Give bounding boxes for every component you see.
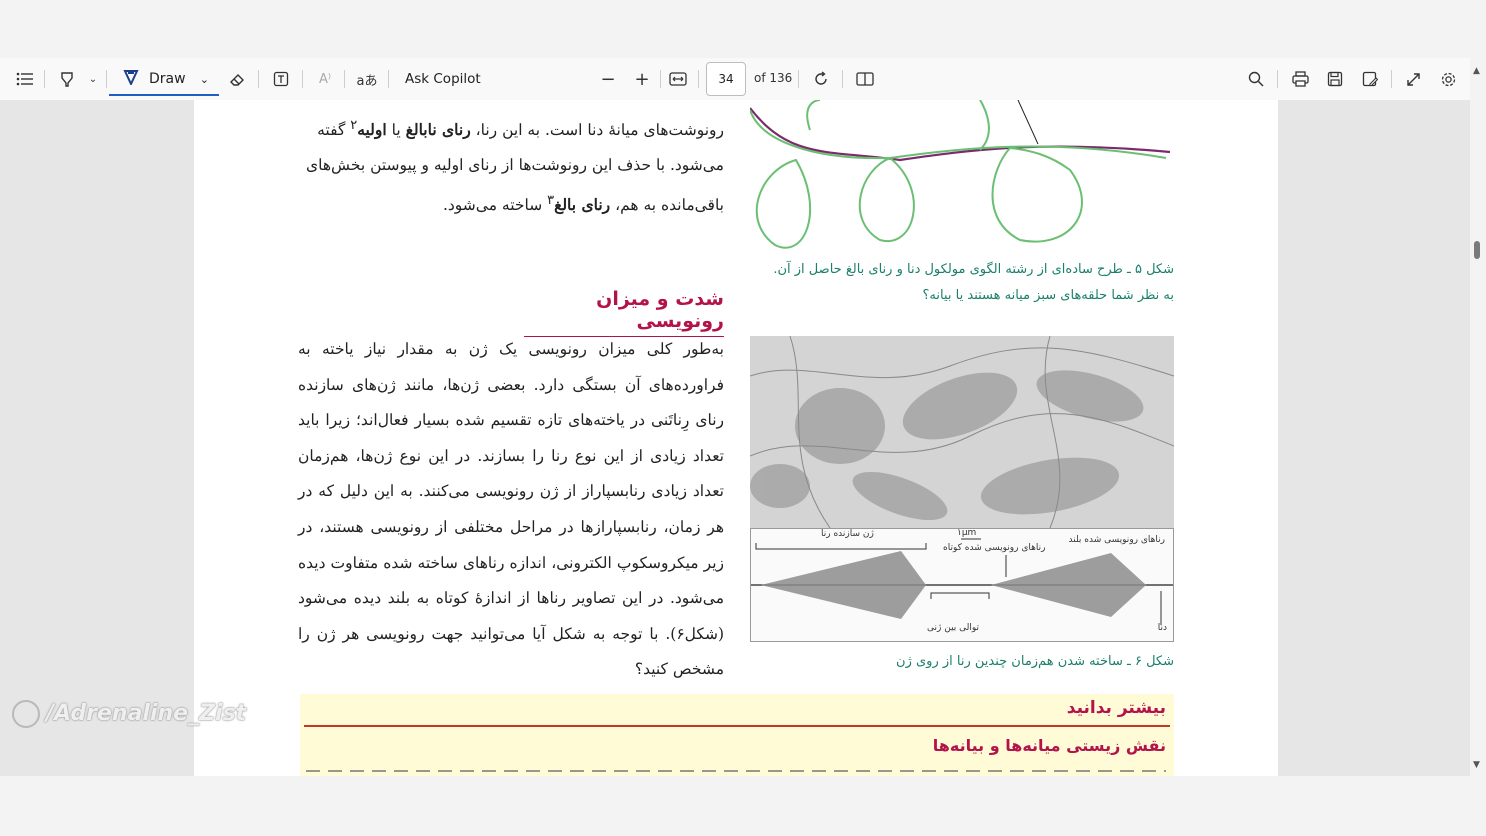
paragraph-text: باقی‌مانده به هم، (610, 196, 724, 215)
cut-off-text-line (306, 764, 1166, 776)
fullscreen-expand-icon[interactable] (1400, 66, 1426, 92)
scrollbar-thumb[interactable] (1474, 241, 1480, 259)
draw-button[interactable]: Draw ⌄ (109, 64, 219, 96)
vertical-scrollbar[interactable]: ▲ ▼ (1470, 58, 1486, 776)
document-viewport[interactable]: شکل ۵ ـ طرح ساده‌ای از رشته الگوی مولکول… (0, 100, 1470, 776)
paragraph-text: ساخته می‌شود. (442, 196, 548, 215)
save-as-icon[interactable] (1357, 66, 1383, 92)
paragraph-text: یا (386, 121, 406, 140)
search-icon[interactable] (1243, 66, 1269, 92)
save-icon[interactable] (1322, 66, 1348, 92)
settings-gear-icon[interactable] (1435, 66, 1461, 92)
highlighter-chevron-down-icon[interactable]: ⌄ (80, 66, 106, 92)
keyword-immature-rna: رنای نابالغ (405, 120, 471, 140)
highlighter-icon[interactable] (54, 66, 80, 92)
toolbar-divider (842, 70, 843, 88)
window-bottom-area (0, 776, 1486, 836)
pdf-page: شکل ۵ ـ طرح ساده‌ای از رشته الگوی مولکول… (194, 100, 1278, 776)
watermark-logo-icon (12, 700, 40, 728)
zoom-out-icon[interactable]: − (595, 66, 621, 92)
window-top-area (0, 0, 1486, 58)
scroll-down-arrow-icon[interactable]: ▼ (1473, 760, 1480, 770)
print-icon[interactable] (1287, 66, 1313, 92)
page-total-label: of 136 (754, 71, 793, 85)
toolbar-divider (258, 70, 259, 88)
draw-label: Draw (149, 71, 186, 87)
figure-5-caption-line1: شکل ۵ ـ طرح ساده‌ای از رشته الگوی مولکول… (773, 262, 1174, 277)
learn-more-divider (304, 725, 1170, 727)
ask-copilot-button[interactable]: Ask Copilot (405, 71, 481, 87)
figure-6-caption: شکل ۶ ـ ساخته شدن هم‌زمان چندین رنا از ر… (896, 654, 1174, 669)
toolbar-divider (106, 70, 107, 88)
electron-micrograph-image (750, 336, 1174, 528)
toolbar-divider (388, 70, 389, 88)
learn-more-subtitle: نقش زیستی میانه‌ها و بیانه‌ها (932, 736, 1166, 755)
paragraph-text: گفته (317, 121, 351, 140)
fit-to-width-icon[interactable] (665, 66, 691, 92)
watermark: /Adrenaline_Zist (12, 700, 246, 728)
pdf-toolbar: ⌄ Draw ⌄ A⁾ aあ Ask Copilot − + 34 of 136 (0, 58, 1486, 101)
label-long-rnas: رناهای رونویسی شده بلند (1068, 535, 1166, 545)
page-view-icon[interactable] (852, 66, 878, 92)
text-box-icon[interactable] (268, 66, 294, 92)
keyword-primary-rna: اولیه (357, 120, 387, 140)
contents-list-icon[interactable] (12, 66, 38, 92)
scroll-up-arrow-icon[interactable]: ▲ (1473, 66, 1480, 76)
watermark-text: /Adrenaline_Zist (46, 701, 247, 726)
translate-icon[interactable]: aあ (354, 66, 380, 92)
label-rna-gene: ژن سازنده رنا (821, 529, 874, 539)
draw-pen-icon (123, 69, 139, 89)
keyword-mature-rna: رنای بالغ (554, 195, 611, 215)
learn-more-title: بیشتر بدانید (1066, 698, 1166, 718)
toolbar-divider (1391, 70, 1392, 88)
label-short-rnas: رناهای رونویسی شده کوتاه (943, 543, 1046, 553)
section-heading: شدت و میزان رونویسی (524, 288, 724, 337)
label-dna: دنا (1157, 623, 1167, 633)
figure-5-caption-line2: به نظر شما حلقه‌های سبز میانه هستند یا ب… (922, 288, 1174, 303)
learn-more-box: بیشتر بدانید نقش زیستی میانه‌ها و بیانه‌… (300, 694, 1174, 776)
label-scale-bar: ۱μm (957, 528, 977, 538)
figure-6-transcription-diagram: ژن سازنده رنا رناهای رونویسی شده بلند ۱μ… (750, 528, 1174, 642)
eraser-icon[interactable] (224, 66, 250, 92)
toolbar-divider (44, 70, 45, 88)
rotate-icon[interactable] (808, 66, 834, 92)
paragraph-mature-rna: رونوشت‌های میانهٔ دنا است. به این رنا، ر… (298, 108, 724, 223)
toolbar-divider (344, 70, 345, 88)
label-intergenic-spacer: توالی بین ژنی (927, 623, 980, 633)
toolbar-divider (698, 70, 699, 88)
toolbar-divider (660, 70, 661, 88)
toolbar-divider (1277, 70, 1278, 88)
paragraph-text: می‌شود. با حذف این رونوشت‌ها از رنای اول… (306, 156, 724, 175)
paragraph-text: رونوشت‌های میانهٔ دنا است. به این رنا، (470, 121, 724, 140)
paragraph-transcription-rate: به‌طور کلی میزان رونویسی یک ژن به مقدار … (298, 340, 724, 679)
zoom-in-icon[interactable]: + (629, 66, 655, 92)
draw-chevron-down-icon[interactable]: ⌄ (200, 73, 209, 86)
toolbar-divider (302, 70, 303, 88)
figure-5-dna-diagram (750, 100, 1171, 249)
page-number-input[interactable]: 34 (706, 62, 746, 96)
read-aloud-icon[interactable]: A⁾ (312, 66, 338, 92)
toolbar-divider (798, 70, 799, 88)
